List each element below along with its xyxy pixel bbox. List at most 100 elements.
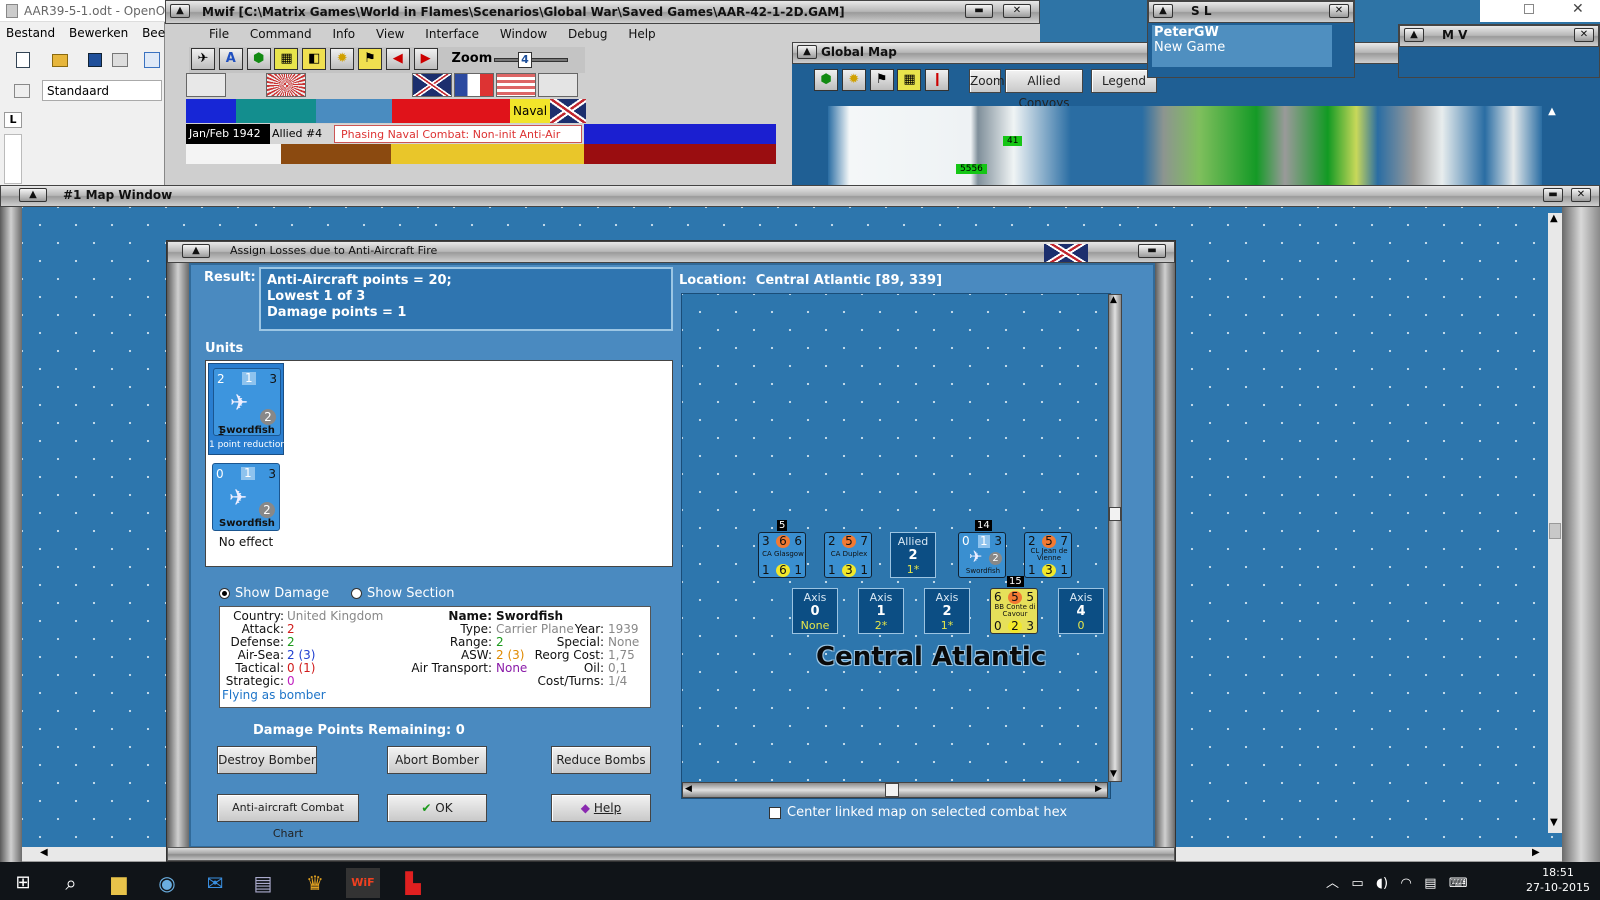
axis-box-1[interactable]: Axis 0 None [792, 588, 838, 634]
ruler-tab-button[interactable]: L [4, 112, 22, 128]
unit-card-swordfish-1[interactable]: 2 1 3 ✈ 2 1 Swordfish 1 point reduction. [208, 363, 289, 455]
radio-show-damage[interactable]: Show Damage [219, 586, 329, 601]
map-window-vscroll[interactable]: ▲ ▼ [1548, 213, 1562, 833]
edit-icon[interactable] [144, 52, 160, 68]
green-hex-icon[interactable]: ⬢ [814, 69, 838, 91]
axis-box-3[interactable]: Axis 2 1* [924, 588, 970, 634]
game-launcher-icon[interactable]: ♛ [298, 868, 332, 898]
export-icon[interactable] [112, 53, 128, 67]
abort-bomber-button[interactable]: Abort Bomber [387, 746, 487, 774]
global-map-scroll-up[interactable]: ▲ [1544, 106, 1560, 122]
swordfish-counter-2[interactable]: 0 1 3 ✈ 2 Swordfish [212, 463, 280, 531]
center-linked-map-box[interactable] [769, 806, 781, 819]
dialog-minimize-button[interactable]: ▬ [1138, 244, 1166, 258]
menu-info[interactable]: Info [332, 27, 355, 41]
sl-close-button[interactable]: ✕ [1329, 4, 1349, 18]
menu-window[interactable]: Window [500, 27, 547, 41]
radio-show-section-dot[interactable] [351, 588, 362, 599]
destroy-bomber-button[interactable]: Destroy Bomber [217, 746, 317, 774]
paragraph-style-icon[interactable] [14, 84, 30, 98]
save-icon[interactable] [88, 53, 102, 67]
vscroll-thumb[interactable] [1549, 523, 1561, 539]
global-map-system-button[interactable]: ▲ [797, 45, 817, 59]
reduce-bombs-button[interactable]: Reduce Bombs [551, 746, 651, 774]
grid-icon[interactable]: ▦ [274, 48, 299, 70]
ship-counter-ca-duplex[interactable]: 2 5 7 CA Duplex 1 3 1 [824, 532, 872, 578]
document-app-icon[interactable]: ▤ [246, 868, 280, 898]
rising-sun-flag[interactable] [266, 73, 306, 97]
paragraph-style-box[interactable]: Standaard [42, 80, 162, 101]
notifications-icon[interactable]: ▤ [1424, 876, 1436, 891]
aa-combat-chart-button[interactable]: Anti-aircraft Combat Chart [217, 794, 359, 840]
mwif-system-button[interactable]: ▲ [170, 4, 190, 18]
plane-counter-swordfish[interactable]: 14 0 1 3 ✈ 2 Swordfish [958, 520, 1006, 578]
menu-file[interactable]: File [209, 27, 229, 41]
arrow-right-icon[interactable]: ▶ [413, 48, 438, 70]
sl-system-button[interactable]: ▲ [1153, 4, 1173, 18]
menu-command[interactable]: Command [250, 27, 312, 41]
naval-uk-flag[interactable] [550, 99, 586, 123]
dialog-system-button[interactable]: ▲ [182, 244, 210, 258]
japan-flag[interactable] [186, 73, 226, 97]
open-folder-icon[interactable] [52, 54, 68, 67]
file-explorer-icon[interactable]: ▆ [102, 868, 136, 898]
browser-icon[interactable]: ◉ [150, 868, 184, 898]
new-doc-icon[interactable] [16, 52, 30, 68]
france-flag[interactable] [454, 73, 494, 97]
mwif-minimize-button[interactable]: ▬ [965, 4, 993, 18]
menu-debug[interactable]: Debug [568, 27, 607, 41]
china-flag[interactable] [538, 73, 578, 97]
ok-button[interactable]: ✔ OK [387, 794, 487, 822]
clock[interactable]: 18:51 27-10-2015 [1526, 865, 1590, 895]
thunderbird-icon[interactable]: ✉ [198, 868, 232, 898]
hscroll-right-arrow[interactable]: ▶ [1532, 847, 1540, 858]
mv-close-button[interactable]: ✕ [1574, 28, 1594, 42]
combat-vscroll-down[interactable]: ▼ [1110, 769, 1117, 779]
arrow-left-icon[interactable]: ◀ [385, 48, 410, 70]
thermometer-icon[interactable]: ❙ [925, 69, 950, 91]
note-icon[interactable]: ◧ [302, 48, 327, 70]
flag-icon[interactable]: ⚑ [869, 69, 894, 91]
ship-counter-cl-jean-de-vienne[interactable]: 2 5 7 CL Jean de Vienne 1 3 1 [1024, 532, 1072, 578]
ship-counter-ca-glasgow[interactable]: 5 3 6 6 CA Glasgow 1 6 1 [758, 520, 806, 578]
pdf-reader-icon[interactable]: ▙ [396, 868, 430, 898]
menu-help[interactable]: Help [628, 27, 655, 41]
combat-hscroll-right[interactable]: ▶ [1095, 784, 1102, 794]
combat-vscroll-up[interactable]: ▲ [1110, 295, 1117, 305]
radio-show-section[interactable]: Show Section [351, 586, 455, 601]
letter-a-icon[interactable]: A [218, 48, 243, 70]
mwif-app-icon[interactable]: WiF [346, 868, 380, 898]
unit-card-swordfish-2[interactable]: 0 1 3 ✈ 2 Swordfish [210, 461, 282, 533]
flag-icon[interactable]: ⚑ [357, 48, 382, 70]
menu-bestand[interactable]: Bestand [6, 26, 55, 40]
combat-map-vscroll[interactable]: ▲ ▼ [1108, 294, 1122, 782]
combat-vscroll-thumb[interactable] [1109, 507, 1121, 521]
radio-show-damage-dot[interactable] [219, 588, 230, 599]
volume-icon[interactable]: ◖) [1376, 876, 1388, 891]
plane-icon[interactable]: ✈ [191, 48, 215, 70]
tray-chevron-icon[interactable]: ︿ [1326, 876, 1339, 891]
allied-strength-box[interactable]: Allied 2 1* [890, 532, 936, 578]
naval-label[interactable]: Naval [510, 99, 550, 123]
mv-system-button[interactable]: ▲ [1404, 28, 1424, 42]
center-linked-map-checkbox[interactable]: Center linked map on selected combat hex [769, 805, 1067, 820]
combat-map-hscroll[interactable]: ◀ ▶ [682, 782, 1108, 798]
combat-hex-map[interactable]: 5 3 6 6 CA Glasgow 1 6 1 2 5 7 CA Duplex… [681, 293, 1122, 799]
mwif-close-button[interactable]: ✕ [1003, 4, 1031, 18]
map-window-system-button[interactable]: ▲ [19, 188, 47, 202]
combat-hscroll-thumb[interactable] [885, 783, 899, 797]
keyboard-icon[interactable]: ⌨ [1449, 876, 1468, 891]
map-window-close-button[interactable]: ✕ [1571, 188, 1591, 202]
close-icon[interactable]: ✕ [1572, 1, 1584, 17]
green-hex-icon[interactable]: ⬢ [246, 48, 271, 70]
global-map-zoom-button[interactable]: Zoom [969, 69, 1005, 93]
axis-box-2[interactable]: Axis 1 2* [858, 588, 904, 634]
global-map-canvas[interactable]: 41 5556 [828, 106, 1542, 185]
allied-convoys-button[interactable]: Allied Convoys [1005, 69, 1083, 110]
sun-icon[interactable]: ✹ [841, 69, 866, 91]
menu-interface[interactable]: Interface [425, 27, 479, 41]
vscroll-up-arrow[interactable]: ▲ [1550, 213, 1558, 224]
windows-start-icon[interactable]: ⊞ [6, 868, 40, 898]
battery-icon[interactable]: ▭ [1351, 876, 1363, 891]
combat-hscroll-left[interactable]: ◀ [685, 784, 692, 794]
